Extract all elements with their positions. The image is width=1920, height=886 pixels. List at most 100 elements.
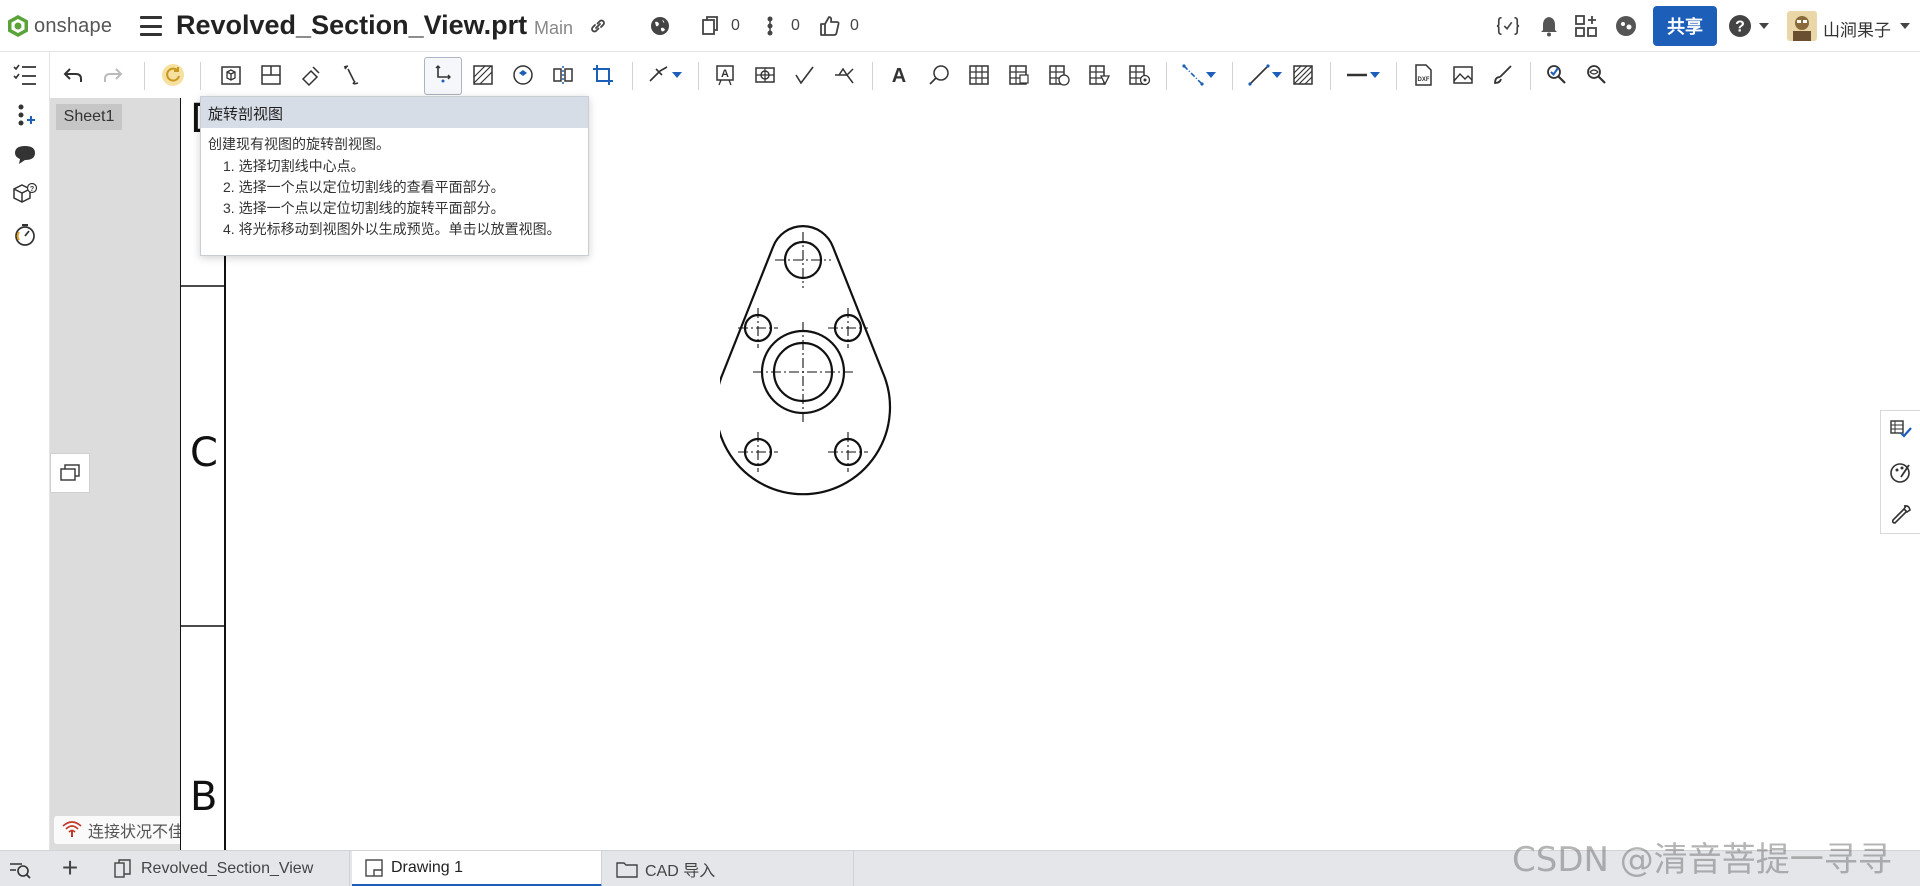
insert-image-icon[interactable]: [1450, 62, 1476, 88]
document-title[interactable]: Revolved_Section_View.prt: [176, 10, 527, 41]
format-painter-icon[interactable]: [1490, 62, 1516, 88]
check-interference-icon[interactable]: [1544, 62, 1570, 88]
svg-text:A: A: [721, 68, 729, 80]
part-studio-icon: [114, 859, 131, 878]
notifications-bell-icon[interactable]: [1537, 14, 1561, 38]
layers-icon: [60, 464, 80, 481]
drawing-icon: [365, 858, 383, 877]
help-dropdown-icon[interactable]: [1757, 14, 1771, 38]
comments-icon[interactable]: [10, 140, 40, 170]
tooltip-title: 旋转剖视图: [201, 97, 588, 128]
note-icon[interactable]: A: [712, 62, 738, 88]
visibility-check-icon[interactable]: [1584, 62, 1610, 88]
projected-view-icon[interactable]: [258, 62, 284, 88]
onshape-app: onshape Revolved_Section_View.prt Main 0…: [0, 0, 1920, 886]
line-dropdown-icon[interactable]: [1270, 62, 1284, 88]
svg-text:A: A: [892, 65, 906, 87]
update-icon[interactable]: [160, 62, 186, 88]
line-style-icon[interactable]: [1344, 62, 1370, 88]
centerline-icon[interactable]: [1180, 62, 1206, 88]
watermark: CSDN @清音菩提一寻寻: [1512, 840, 1892, 880]
zone-label-c: C: [190, 430, 218, 476]
drawing-toolbar: A A DXF: [50, 52, 1920, 98]
right-side-panel: [1880, 410, 1920, 534]
add-component-icon[interactable]: [10, 100, 40, 130]
folder-icon: [616, 862, 638, 878]
settings-wrench-icon[interactable]: [1887, 501, 1915, 529]
like-icon[interactable]: [818, 14, 842, 38]
tab-label: Drawing 1: [391, 858, 464, 876]
user-menu-dropdown-icon[interactable]: [1898, 14, 1912, 38]
inspection-table-icon[interactable]: [1126, 62, 1152, 88]
dimension-dropdown-icon[interactable]: [670, 62, 684, 88]
drawing-view-part[interactable]: [720, 208, 920, 508]
user-name[interactable]: 山涧果子: [1823, 16, 1891, 41]
redo-icon[interactable]: [100, 62, 126, 88]
datum-feature-icon[interactable]: [752, 62, 778, 88]
tab-drawing-1[interactable]: Drawing 1: [352, 851, 602, 886]
globe-icon[interactable]: [648, 14, 672, 38]
bom-table-icon[interactable]: [1006, 62, 1032, 88]
search-tabs-icon[interactable]: [8, 857, 32, 881]
main-menu-icon[interactable]: [140, 16, 162, 36]
section-view-icon[interactable]: [338, 62, 364, 88]
logo-text: onshape: [34, 14, 113, 37]
revision-table-icon[interactable]: [1086, 62, 1112, 88]
app-store-icon[interactable]: [1574, 14, 1598, 38]
crop-view-icon[interactable]: [590, 62, 616, 88]
callout-icon[interactable]: [926, 62, 952, 88]
surface-finish-icon[interactable]: [792, 62, 818, 88]
revolved-section-view-icon[interactable]: [430, 62, 456, 88]
line-style-dropdown-icon[interactable]: [1368, 62, 1382, 88]
versions-count: 0: [731, 17, 740, 34]
branches-count: 0: [791, 17, 800, 34]
tooltip-step: 2. 选择一个点以定位切割线的查看平面部分。: [223, 179, 505, 195]
onshape-logo[interactable]: onshape: [6, 12, 112, 40]
variables-icon[interactable]: [1496, 14, 1520, 38]
svg-text:?: ?: [30, 186, 34, 193]
branches-icon[interactable]: [758, 14, 782, 38]
hole-table-icon[interactable]: [1046, 62, 1072, 88]
likes-count: 0: [850, 17, 859, 34]
hatch-icon[interactable]: [1290, 62, 1316, 88]
tooltip-steps: 1. 选择切割线中心点。 2. 选择一个点以定位切割线的查看平面部分。 3. 选…: [201, 154, 588, 240]
connection-warning-icon: [62, 821, 82, 837]
weld-symbol-icon[interactable]: [832, 62, 858, 88]
sheets-panel: Sheet1 连接状况不佳...: [50, 98, 216, 850]
help-icon[interactable]: ?: [1728, 14, 1752, 38]
learning-center-icon[interactable]: [1614, 14, 1638, 38]
configurations-icon[interactable]: ?: [10, 180, 40, 210]
dimension-icon[interactable]: [646, 62, 672, 88]
sheet-tab-sheet1[interactable]: Sheet1: [56, 104, 122, 130]
import-dxf-icon[interactable]: DXF: [1410, 62, 1436, 88]
break-view-icon[interactable]: [550, 62, 576, 88]
svg-text:?: ?: [1735, 19, 1745, 36]
broken-out-section-icon[interactable]: [470, 62, 496, 88]
link-icon[interactable]: [586, 14, 610, 38]
table-icon[interactable]: [966, 62, 992, 88]
tooltip-step: 1. 选择切割线中心点。: [223, 158, 365, 174]
tab-cad-import[interactable]: CAD 导入: [604, 851, 854, 886]
properties-icon[interactable]: [1887, 417, 1915, 445]
branch-label[interactable]: Main: [534, 18, 573, 39]
appearance-icon[interactable]: [1887, 459, 1915, 487]
add-tab-button[interactable]: +: [58, 854, 82, 882]
tab-label: Revolved_Section_View: [141, 860, 314, 877]
avatar[interactable]: [1786, 11, 1818, 41]
text-icon[interactable]: A: [886, 62, 912, 88]
panel-toggle-button[interactable]: [50, 453, 90, 493]
auxiliary-view-icon[interactable]: [298, 62, 324, 88]
insert-view-icon[interactable]: [218, 62, 244, 88]
tab-revolved-section-view[interactable]: Revolved_Section_View: [100, 851, 350, 886]
tooltip-step: 3. 选择一个点以定位切割线的旋转平面部分。: [223, 200, 505, 216]
tooltip-step: 4. 将光标移动到视图外以生成预览。单击以放置视图。: [223, 221, 561, 237]
detail-view-icon[interactable]: [510, 62, 536, 88]
centerline-dropdown-icon[interactable]: [1204, 62, 1218, 88]
share-button[interactable]: 共享: [1653, 6, 1717, 46]
feature-list-icon[interactable]: [10, 60, 40, 90]
versions-icon[interactable]: [698, 14, 722, 38]
undo-icon[interactable]: [60, 62, 86, 88]
tooltip-description: 创建现有视图的旋转剖视图。: [208, 136, 390, 152]
performance-icon[interactable]: [10, 220, 40, 250]
line-icon[interactable]: [1246, 62, 1272, 88]
